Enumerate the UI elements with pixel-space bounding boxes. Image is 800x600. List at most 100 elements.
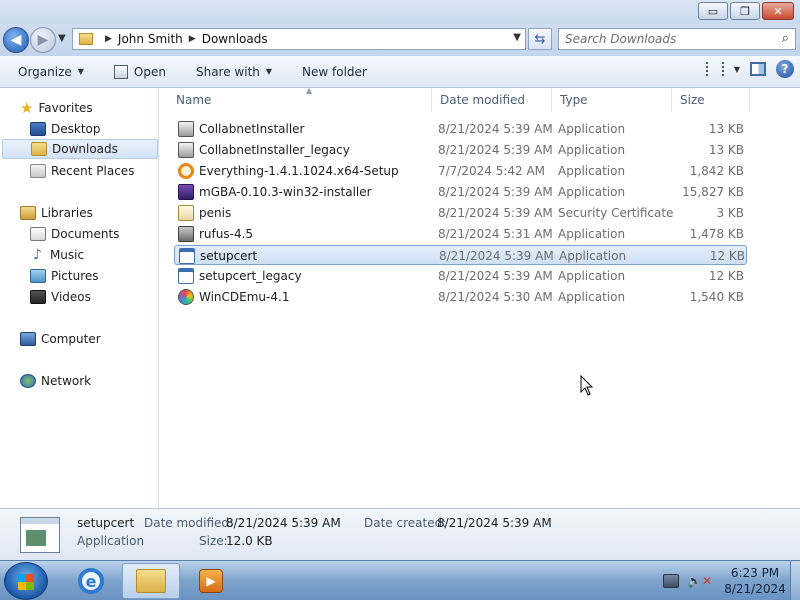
- nav-downloads-label: Downloads: [52, 142, 118, 156]
- file-type: Application: [558, 143, 626, 157]
- nav-desktop[interactable]: Desktop: [30, 119, 101, 139]
- search-icon[interactable]: ⌕: [782, 31, 789, 46]
- taskbar: e ▶ 🔈✕ 6:23 PM 8/21/2024: [0, 560, 800, 600]
- downloads-folder-icon: [31, 142, 47, 156]
- window-app-icon: [178, 268, 194, 284]
- organize-button[interactable]: Organize ▼: [10, 60, 92, 84]
- desktop-icon: [30, 122, 46, 136]
- chevron-right-icon[interactable]: ▶: [105, 34, 112, 44]
- file-date: 8/21/2024 5:31 AM: [438, 227, 553, 241]
- taskbar-file-explorer[interactable]: [122, 563, 180, 599]
- taskbar-media-player[interactable]: ▶: [182, 563, 240, 599]
- nav-videos[interactable]: Videos: [30, 287, 91, 307]
- close-button[interactable]: ✕: [762, 2, 794, 20]
- volume-muted-icon[interactable]: 🔈✕: [687, 574, 712, 588]
- refresh-button[interactable]: ⇆: [528, 28, 552, 50]
- nav-computer-label: Computer: [41, 332, 101, 346]
- nav-recent-places[interactable]: Recent Places: [30, 161, 134, 181]
- file-size: 15,827 KB: [682, 185, 744, 199]
- column-header-type-label: Type: [560, 93, 588, 107]
- file-name-cell: rufus-4.5: [178, 224, 253, 244]
- start-button[interactable]: [4, 562, 48, 600]
- table-row[interactable]: mGBA-0.10.3-win32-installer 8/21/2024 5:…: [174, 182, 747, 202]
- column-header-name[interactable]: Name ▲: [168, 86, 432, 112]
- file-type: Application: [558, 290, 626, 304]
- search-box[interactable]: ⌕: [558, 28, 796, 50]
- open-icon: [113, 64, 128, 79]
- file-date: 8/21/2024 5:39 AM: [438, 185, 553, 199]
- media-player-icon: ▶: [199, 569, 223, 593]
- address-dropdown-icon[interactable]: ▼: [513, 32, 521, 43]
- breadcrumb-downloads[interactable]: Downloads: [202, 32, 268, 46]
- preview-pane-icon[interactable]: [750, 62, 766, 76]
- nav-music[interactable]: ♪ Music: [30, 245, 84, 265]
- back-button[interactable]: ◀: [3, 27, 29, 53]
- open-button[interactable]: Open: [106, 60, 174, 84]
- table-row[interactable]: CollabnetInstaller_legacy 8/21/2024 5:39…: [174, 140, 747, 160]
- file-type: Application: [559, 249, 627, 263]
- minimize-button[interactable]: ▭: [698, 2, 728, 20]
- clock[interactable]: 6:23 PM 8/21/2024: [720, 565, 790, 597]
- table-row[interactable]: rufus-4.5 8/21/2024 5:31 AM Application …: [174, 224, 747, 244]
- nav-libraries-label: Libraries: [41, 206, 93, 220]
- address-row: ◀ ▶ ▼ ▶ John Smith ▶ Downloads ▼ ⇆ ⌕: [0, 24, 800, 56]
- mouse-cursor-icon: [580, 375, 594, 396]
- file-size: 3 KB: [716, 206, 744, 220]
- file-date: 8/21/2024 5:30 AM: [438, 290, 553, 304]
- show-desktop-button[interactable]: [790, 561, 800, 600]
- nav-documents[interactable]: Documents: [30, 224, 119, 244]
- file-name: WinCDEmu-4.1: [199, 290, 290, 304]
- column-header-type[interactable]: Type: [552, 88, 672, 112]
- table-row[interactable]: penis 8/21/2024 5:39 AM Security Certifi…: [174, 203, 747, 223]
- maximize-button[interactable]: ❐: [730, 2, 760, 20]
- file-name: Everything-1.4.1.1024.x64-Setup: [199, 164, 399, 178]
- chevron-down-icon: ▼: [77, 67, 84, 76]
- file-size: 1,842 KB: [689, 164, 744, 178]
- chevron-down-icon[interactable]: ▼: [734, 65, 740, 74]
- organize-label: Organize: [18, 64, 72, 79]
- table-row-selected[interactable]: setupcert 8/21/2024 5:39 AM Application …: [174, 245, 747, 265]
- file-date: 7/7/2024 5:42 AM: [438, 164, 546, 178]
- table-row[interactable]: CollabnetInstaller 8/21/2024 5:39 AM App…: [174, 119, 747, 139]
- sort-up-icon: ▲: [306, 86, 313, 95]
- table-row[interactable]: WinCDEmu-4.1 8/21/2024 5:30 AM Applicati…: [174, 287, 747, 307]
- videos-icon: [30, 290, 46, 304]
- system-tray: 🔈✕ 6:23 PM 8/21/2024: [663, 561, 800, 600]
- forward-button[interactable]: ▶: [30, 27, 56, 53]
- breadcrumb-john-smith[interactable]: John Smith: [118, 32, 183, 46]
- details-pane: setupcert Application Date modified: 8/2…: [0, 508, 800, 560]
- share-with-button[interactable]: Share with ▼: [188, 60, 280, 84]
- nav-network[interactable]: Network: [20, 371, 91, 391]
- nav-videos-label: Videos: [51, 290, 91, 304]
- nav-pictures[interactable]: Pictures: [30, 266, 99, 286]
- nav-downloads[interactable]: Downloads: [2, 139, 158, 159]
- network-status-icon[interactable]: [663, 574, 679, 588]
- nav-libraries[interactable]: Libraries: [20, 203, 93, 223]
- column-header-size[interactable]: Size: [672, 88, 750, 112]
- nav-favorites[interactable]: ★ Favorites: [20, 98, 93, 118]
- new-folder-button[interactable]: New folder: [294, 60, 375, 84]
- chevron-right-icon[interactable]: ▶: [189, 34, 196, 44]
- pictures-icon: [30, 269, 46, 283]
- nav-computer[interactable]: Computer: [20, 329, 101, 349]
- new-folder-label: New folder: [302, 64, 367, 79]
- file-size: 13 KB: [708, 122, 744, 136]
- address-bar[interactable]: ▶ John Smith ▶ Downloads ▼: [72, 28, 526, 50]
- file-size: 1,478 KB: [689, 227, 744, 241]
- table-row[interactable]: Everything-1.4.1.1024.x64-Setup 7/7/2024…: [174, 161, 747, 181]
- file-explorer-icon: [136, 569, 166, 593]
- search-input[interactable]: [559, 32, 769, 46]
- file-name: CollabnetInstaller_legacy: [199, 143, 350, 157]
- column-header-date[interactable]: Date modified: [432, 88, 552, 112]
- change-view-icon[interactable]: [705, 62, 724, 76]
- nav-network-label: Network: [41, 374, 92, 388]
- recent-pages-dropdown[interactable]: ▼: [58, 33, 66, 44]
- usb-icon: [178, 226, 194, 242]
- taskbar-internet-explorer[interactable]: e: [62, 563, 120, 599]
- file-date: 8/21/2024 5:39 AM: [438, 143, 553, 157]
- nav-favorites-label: Favorites: [38, 101, 93, 115]
- search-app-icon: [178, 163, 194, 179]
- documents-icon: [30, 227, 46, 241]
- help-icon[interactable]: ?: [776, 60, 794, 78]
- table-row[interactable]: setupcert_legacy 8/21/2024 5:39 AM Appli…: [174, 266, 747, 286]
